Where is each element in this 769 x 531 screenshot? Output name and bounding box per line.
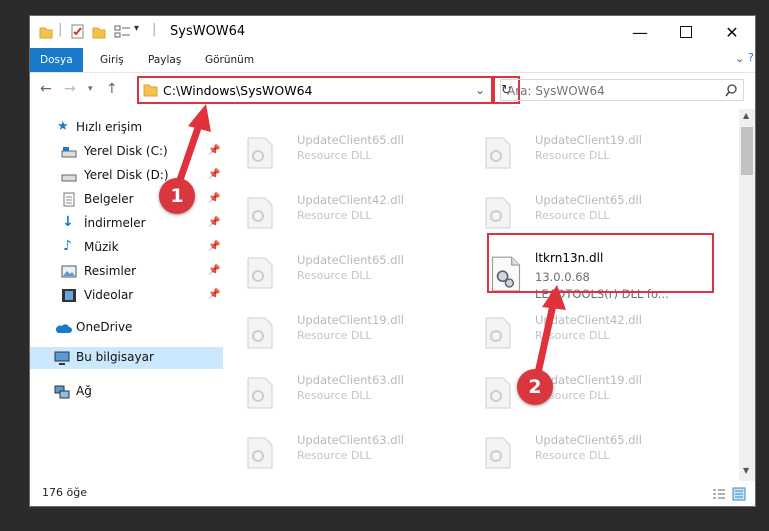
arrow-head-1 [188,104,211,132]
arrow-line-1 [176,123,203,182]
arrow-head-2 [542,285,566,310]
step-badge-2: 2 [517,369,553,405]
annotation-arrows [176,104,566,374]
step-badge-1: 1 [159,178,195,214]
arrow-line-2 [534,304,557,374]
